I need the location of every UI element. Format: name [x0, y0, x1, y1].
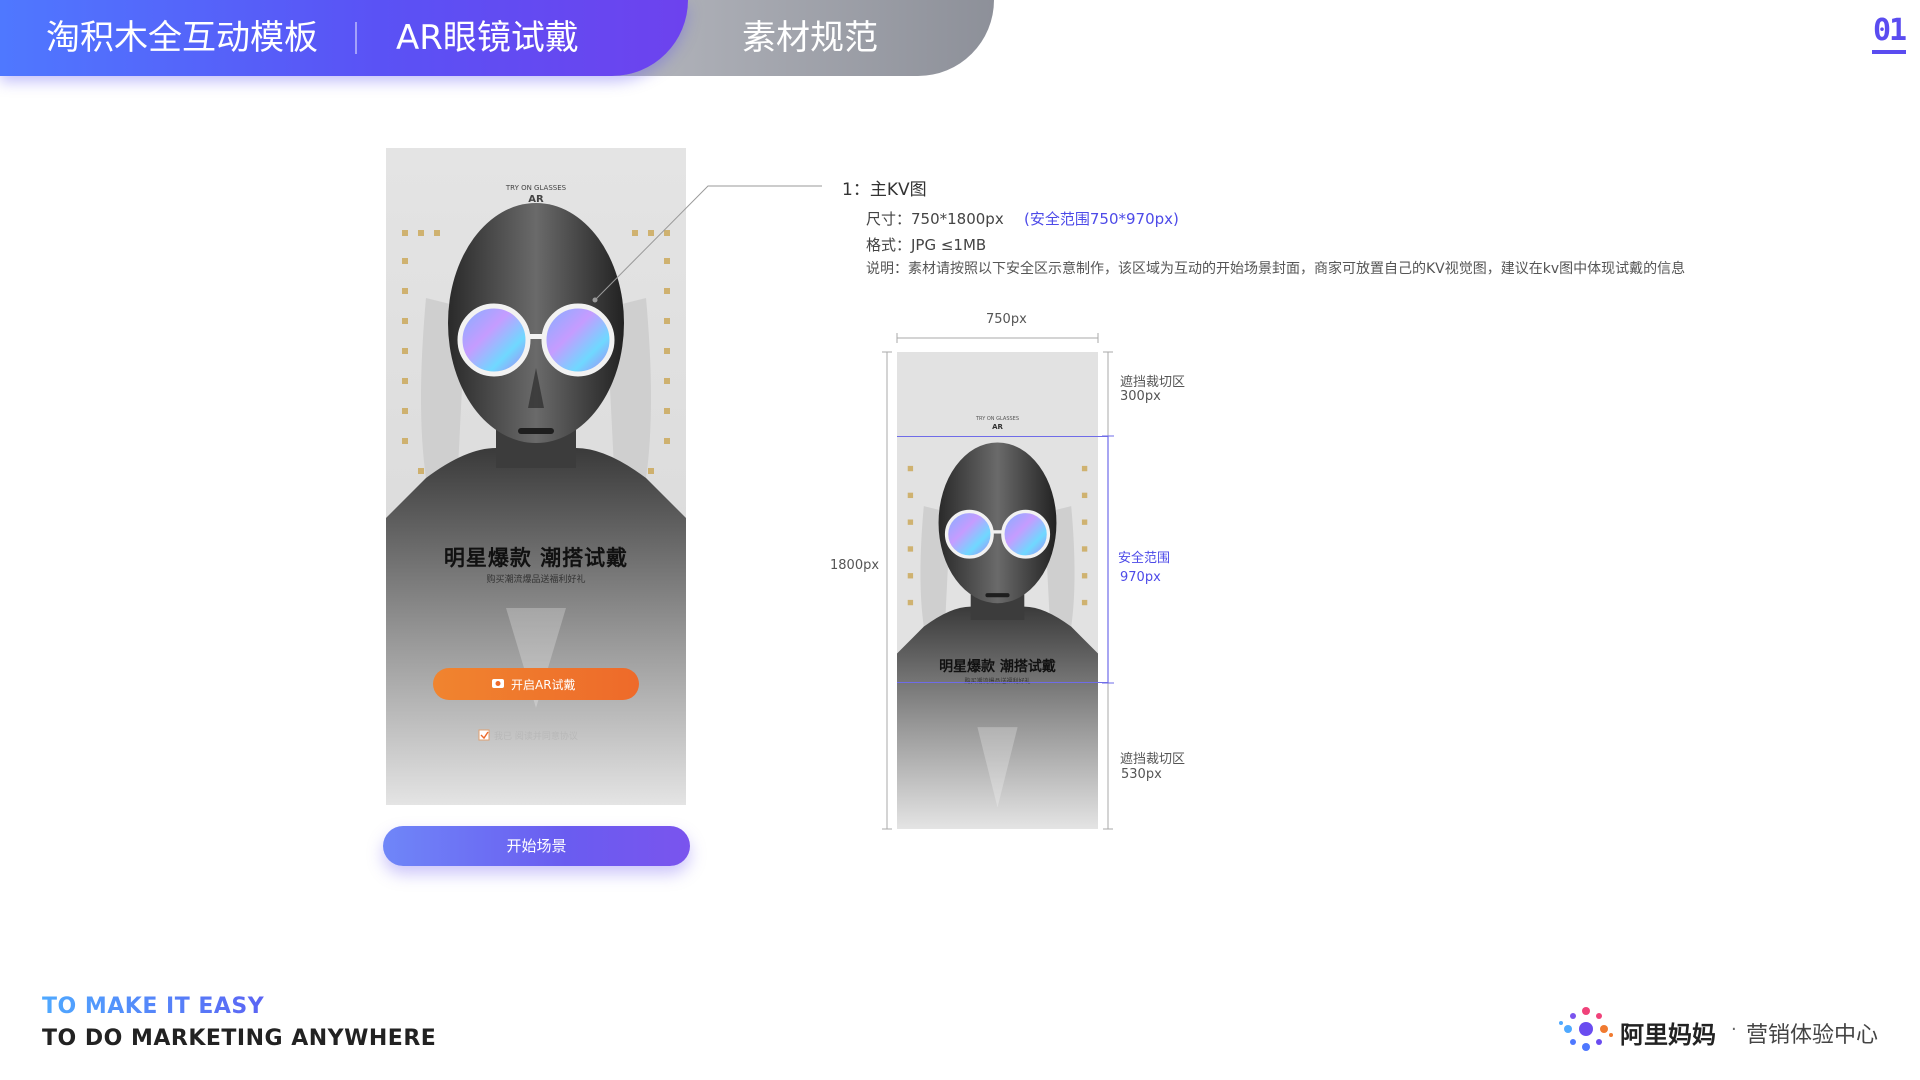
leader-line — [592, 185, 822, 303]
top-crop-label: 遮挡裁切区 — [1120, 375, 1186, 390]
safe-range-value: 970px — [1120, 570, 1161, 585]
header-brand-title: 淘积木全互动模板 — [46, 18, 318, 58]
alimama-logo-icon — [1559, 1007, 1613, 1051]
safe-range-box — [897, 436, 1108, 683]
spec-title: 1：主KV图 — [842, 180, 927, 200]
top-crop-value: 300px — [1120, 389, 1161, 404]
header-section-title: 素材规范 — [742, 18, 878, 58]
safe-range-label: 安全范围 — [1118, 551, 1171, 566]
header-divider — [355, 22, 357, 54]
header-module-title: AR眼镜试戴 — [396, 18, 579, 58]
agreement-text: 我已 阅读并同意协议 — [494, 732, 578, 742]
alimama-logo-subtitle: 营销体验中心 — [1746, 1023, 1879, 1048]
kv-headline: 明星爆款 潮搭试戴 — [443, 546, 629, 570]
spec-safe-note: (安全范围750*970px) — [1024, 210, 1179, 228]
page-number: 01 — [1872, 12, 1907, 54]
kv-subline: 购买潮流爆品送福利好礼 — [486, 575, 586, 585]
tagline-secondary: TO DO MARKETING ANYWHERE — [42, 1026, 437, 1051]
start-scene-button[interactable]: 开始场景 — [383, 826, 690, 866]
spec-size: 尺寸：750*1800px — [866, 210, 1004, 228]
tagline-primary: TO MAKE IT EASY — [42, 994, 265, 1019]
spec-format: 格式：JPG ≤1MB — [866, 236, 987, 254]
bottom-crop-label: 遮挡裁切区 — [1120, 752, 1186, 767]
slide: 素材规范 淘积木全互动模板 AR眼镜试戴 01 TRY ON GLASSES A… — [0, 0, 1920, 1080]
diagram-height-label: 1800px — [830, 558, 880, 573]
cta-button-label: 开启AR试戴 — [511, 678, 576, 692]
spec-description: 说明：素材请按照以下安全区示意制作，该区域为互动的开始场景封面，商家可放置自己的… — [866, 261, 1686, 277]
bottom-crop-value: 530px — [1121, 767, 1162, 782]
logo-separator-dot: · — [1731, 1019, 1737, 1040]
header-title-bar: 淘积木全互动模板 AR眼镜试戴 — [0, 0, 688, 76]
alimama-logo-name: 阿里妈妈 — [1620, 1021, 1716, 1049]
